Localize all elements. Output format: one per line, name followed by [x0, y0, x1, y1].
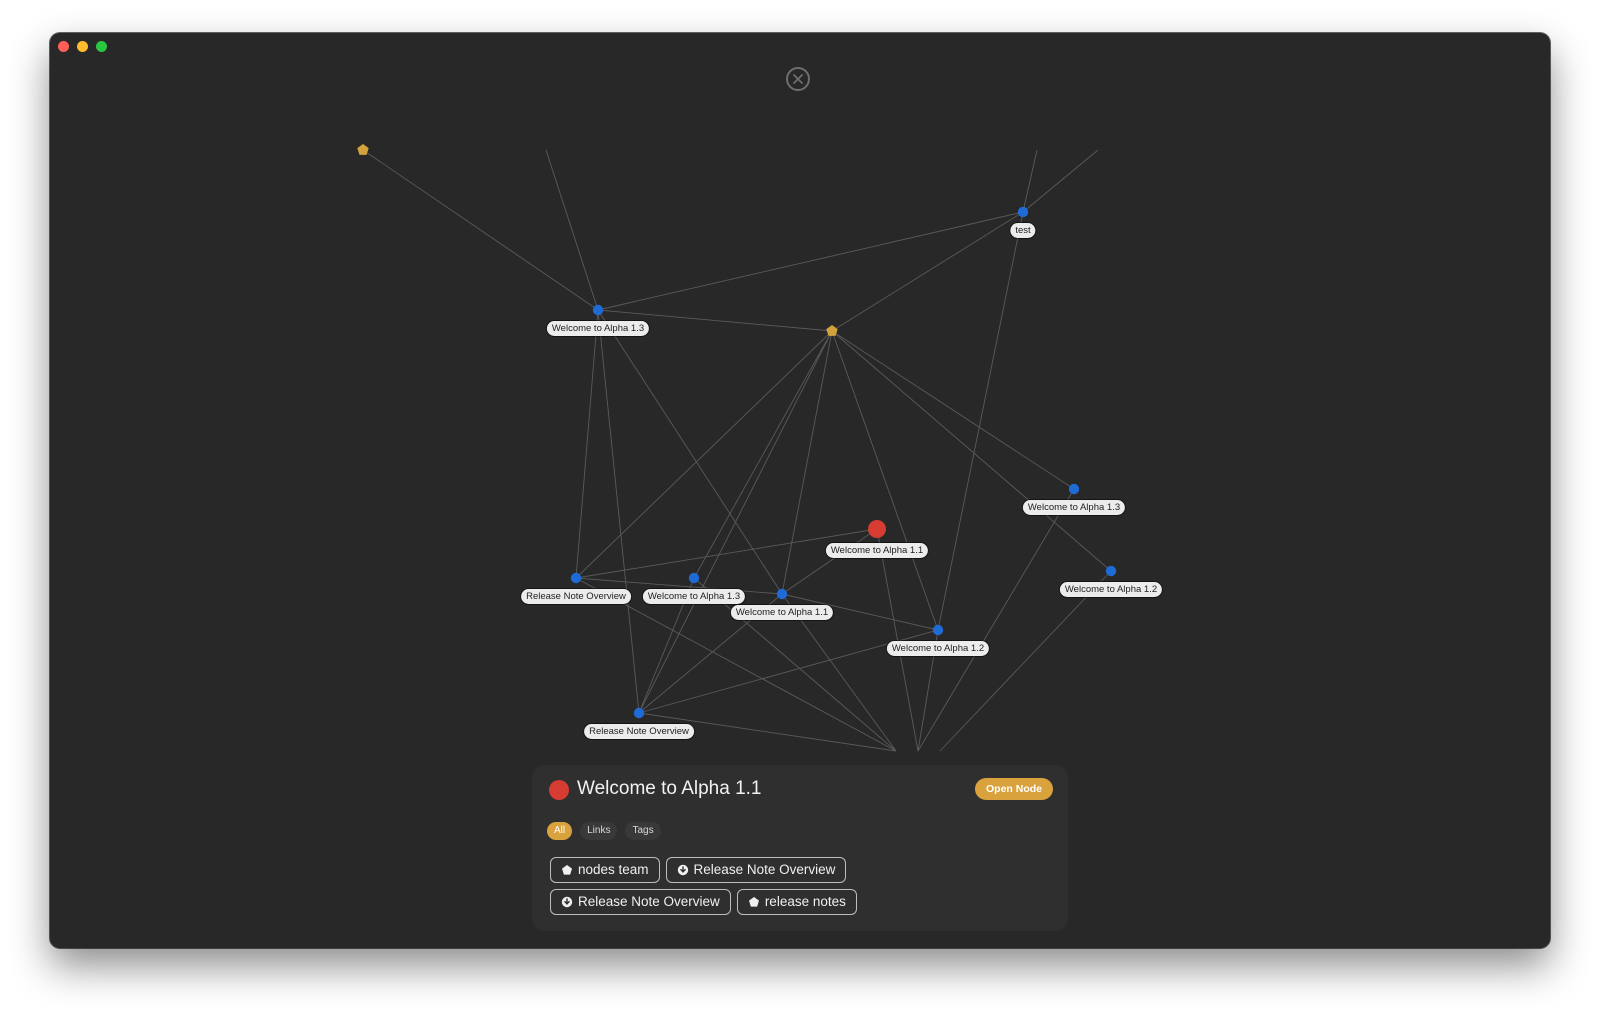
- graph-node-label: test: [1010, 223, 1036, 238]
- chip-label: Release Note Overview: [578, 894, 720, 909]
- graph-note-node[interactable]: [633, 707, 645, 719]
- graph-edge: [597, 309, 783, 595]
- graph-selected-node[interactable]: [868, 520, 886, 538]
- graph-window: test Welcome to Alpha 1.3 Welcome to Alpha…: [50, 33, 1550, 948]
- graph-edge: [939, 570, 1112, 752]
- selected-node-dot-icon: [549, 780, 569, 800]
- graph-note-node[interactable]: [570, 572, 582, 584]
- filter-tags[interactable]: Tags: [625, 822, 661, 840]
- graph-edge: [781, 330, 833, 595]
- graph-node-label: Welcome to Alpha 1.1: [825, 543, 929, 558]
- graph-edge: [917, 488, 1075, 752]
- graph-edge: [831, 330, 1075, 490]
- chip-label: nodes team: [578, 862, 649, 877]
- node-detail-panel: Welcome to Alpha 1.1 Open Node All Links…: [533, 766, 1067, 930]
- graph-edge: [1022, 149, 1099, 213]
- graph-edge: [362, 149, 599, 311]
- graph-note-node[interactable]: [1105, 565, 1117, 577]
- link-chip-release-note-overview[interactable]: Release Note Overview: [550, 889, 731, 915]
- graph-node-label: Welcome to Alpha 1.2: [886, 641, 990, 656]
- note-download-icon: [561, 896, 573, 908]
- graph-note-node[interactable]: [776, 588, 788, 600]
- graph-note-node[interactable]: [592, 304, 604, 316]
- link-chip-release-note-overview[interactable]: Release Note Overview: [665, 857, 847, 883]
- tag-pentagon-icon: [748, 896, 760, 908]
- graph-edge: [638, 330, 833, 714]
- link-chip-release-notes[interactable]: release notes: [736, 889, 857, 915]
- graph-node-label: Release Note Overview: [521, 589, 631, 604]
- filter-tabs: All Links Tags: [547, 822, 661, 840]
- graph-edge: [937, 211, 1024, 631]
- close-graph-icon[interactable]: [786, 67, 810, 91]
- filter-links[interactable]: Links: [580, 822, 618, 840]
- filter-all[interactable]: All: [547, 822, 573, 840]
- graph-edge: [831, 330, 939, 631]
- connections-list: nodes team Release Note Overview Release…: [550, 857, 1050, 921]
- graph-edge: [693, 330, 833, 579]
- graph-note-node[interactable]: [932, 624, 944, 636]
- graph-note-node[interactable]: [1068, 483, 1080, 495]
- graph-edge: [597, 211, 1024, 311]
- tag-pentagon-icon: [561, 864, 573, 876]
- graph-node-label: Welcome to Alpha 1.3: [546, 321, 650, 336]
- graph-edge: [781, 528, 878, 595]
- graph-edge: [575, 309, 599, 579]
- graph-edge: [597, 309, 640, 714]
- graph-node-label: Welcome to Alpha 1.3: [642, 589, 746, 604]
- graph-edge: [831, 211, 1024, 332]
- graph-tag-node[interactable]: [357, 144, 369, 155]
- graph-edge: [545, 149, 599, 311]
- graph-note-node[interactable]: [1017, 206, 1029, 218]
- link-chip-nodes-team[interactable]: nodes team: [550, 857, 660, 883]
- chip-label: release notes: [764, 894, 846, 909]
- graph-node-label: Welcome to Alpha 1.2: [1059, 582, 1163, 597]
- graph-tag-node[interactable]: [826, 325, 838, 336]
- graph-node-label: Welcome to Alpha 1.3: [1022, 500, 1126, 515]
- graph-edge: [575, 330, 833, 579]
- graph-node-label: Release Note Overview: [584, 724, 694, 739]
- graph-node-label: Welcome to Alpha 1.1: [730, 605, 834, 620]
- open-node-button[interactable]: Open Node: [974, 778, 1053, 800]
- chip-label: Release Note Overview: [693, 862, 836, 877]
- note-download-icon: [677, 864, 689, 876]
- graph-note-node[interactable]: [688, 572, 700, 584]
- node-title: Welcome to Alpha 1.1: [577, 778, 762, 799]
- graph-edge: [876, 528, 919, 752]
